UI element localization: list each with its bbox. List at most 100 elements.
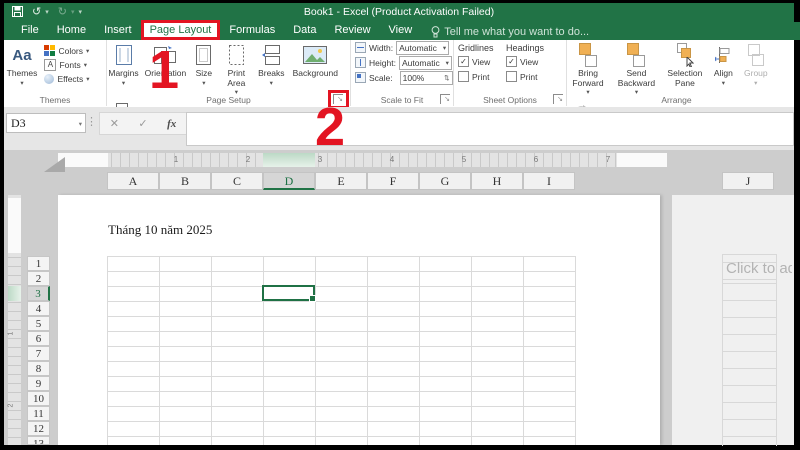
- width-label: Width:: [369, 43, 393, 53]
- group-button: Group ▾: [741, 40, 771, 88]
- margins-button[interactable]: Margins ▾: [107, 40, 140, 88]
- select-all-corner[interactable]: [44, 157, 65, 172]
- gridlines-view-checkbox[interactable]: ✓ View: [458, 55, 494, 68]
- fill-handle[interactable]: [309, 295, 316, 302]
- group-sheet-options: Gridlines ✓ View Print Headings ✓ View: [454, 40, 567, 106]
- page-2-grid: [722, 254, 777, 446]
- headings-view-checkbox[interactable]: ✓ View: [506, 55, 544, 68]
- selected-cell-d3[interactable]: [262, 285, 315, 301]
- row-header-8[interactable]: 8: [27, 361, 50, 376]
- effects-icon: [44, 74, 54, 84]
- tab-data[interactable]: Data: [284, 22, 325, 40]
- tellme-box[interactable]: Tell me what you want to do...: [421, 22, 597, 40]
- group-arrange: Bring Forward ▾ Send Backward ▾ Selectio…: [567, 40, 786, 106]
- row-header-9[interactable]: 9: [27, 376, 50, 391]
- row-header-13[interactable]: 13: [27, 436, 50, 445]
- column-header-d-selected[interactable]: D: [263, 172, 315, 190]
- effects-caret-icon: ▾: [86, 75, 89, 83]
- tab-view[interactable]: View: [380, 22, 422, 40]
- tab-insert[interactable]: Insert: [95, 22, 141, 40]
- breaks-button[interactable]: Breaks ▾: [256, 40, 287, 88]
- name-box[interactable]: D3 ▾: [6, 113, 86, 133]
- colors-label: Colors: [58, 46, 83, 56]
- column-header-a[interactable]: A: [107, 172, 159, 190]
- annotation-step-2: 2: [315, 103, 345, 151]
- width-row: Width: Automatic▾: [351, 40, 453, 55]
- scale-to-fit-dialog-launcher-icon[interactable]: ↘: [440, 94, 450, 104]
- row-header-5[interactable]: 5: [27, 316, 50, 331]
- name-box-caret-icon[interactable]: ▾: [79, 120, 82, 128]
- colors-icon: [44, 45, 55, 56]
- send-backward-button[interactable]: Send Backward ▾: [613, 40, 659, 98]
- page-setup-group-label: Page Setup: [107, 95, 350, 105]
- tab-file[interactable]: File: [12, 22, 48, 40]
- insert-function-icon[interactable]: fx: [167, 118, 176, 130]
- row-header-11[interactable]: 11: [27, 406, 50, 421]
- vertical-ruler-mark: 1: [7, 332, 14, 336]
- row-header-10[interactable]: 10: [27, 391, 50, 406]
- effects-button[interactable]: Effects ▾: [44, 72, 89, 85]
- checkbox-unchecked-icon: [506, 71, 517, 82]
- headings-print-checkbox[interactable]: Print: [506, 70, 544, 83]
- send-backward-label: Send Backward: [613, 69, 659, 88]
- cell-title-text[interactable]: Tháng 10 năm 2025: [108, 222, 212, 238]
- group-label: Group: [744, 69, 768, 79]
- column-header-j[interactable]: J: [722, 172, 774, 190]
- row-header-1[interactable]: 1: [27, 256, 50, 271]
- row-header-7[interactable]: 7: [27, 346, 50, 361]
- cell-grid[interactable]: [107, 256, 576, 445]
- sheet-options-dialog-launcher-icon[interactable]: ↘: [553, 94, 563, 104]
- bring-forward-label: Bring Forward: [567, 69, 609, 88]
- cancel-icon[interactable]: ✕: [110, 117, 119, 130]
- tab-review[interactable]: Review: [325, 22, 379, 40]
- gridlines-print-label: Print: [472, 72, 489, 82]
- fonts-button[interactable]: A Fonts ▾: [44, 58, 89, 71]
- tab-home[interactable]: Home: [48, 22, 95, 40]
- width-dropdown[interactable]: Automatic▾: [396, 41, 449, 55]
- annotation-step-1: 1: [149, 46, 179, 94]
- margins-icon: [116, 43, 132, 67]
- background-button[interactable]: Background: [291, 40, 339, 79]
- colors-button[interactable]: Colors ▾: [44, 44, 89, 57]
- height-icon: [355, 57, 366, 68]
- scale-row: Scale: 100%⇅: [351, 70, 453, 85]
- tab-page-layout[interactable]: Page Layout: [141, 20, 221, 40]
- column-header-g[interactable]: G: [419, 172, 471, 190]
- vertical-ruler-mark: 2: [7, 404, 14, 408]
- align-button[interactable]: Align ▾: [710, 40, 736, 88]
- size-button[interactable]: Size ▾: [191, 40, 217, 88]
- gridlines-print-checkbox[interactable]: Print: [458, 70, 494, 83]
- column-header-f[interactable]: F: [367, 172, 419, 190]
- enter-icon[interactable]: ✓: [138, 117, 147, 130]
- scale-spinner[interactable]: 100%⇅: [400, 71, 453, 85]
- formula-input[interactable]: [186, 112, 794, 146]
- bring-forward-button[interactable]: Bring Forward ▾: [567, 40, 609, 98]
- column-header-h[interactable]: H: [471, 172, 523, 190]
- column-header-b[interactable]: B: [159, 172, 211, 190]
- background-icon: [303, 43, 327, 67]
- print-area-button[interactable]: Print Area ▾: [221, 40, 251, 98]
- print-area-label: Print Area: [221, 69, 251, 88]
- themes-button[interactable]: Aa Themes ▾: [4, 40, 40, 88]
- selection-pane-button[interactable]: Selection Pane: [664, 40, 706, 88]
- tab-formulas[interactable]: Formulas: [220, 22, 284, 40]
- ruler-right-margin: [617, 153, 667, 167]
- bring-forward-icon: [579, 43, 597, 67]
- tellme-label: Tell me what you want to do...: [444, 26, 589, 38]
- send-backward-icon: [627, 43, 645, 67]
- themes-group-label: Themes: [4, 95, 106, 105]
- ruler-mark: 7: [602, 155, 614, 164]
- row-header-12[interactable]: 12: [27, 421, 50, 436]
- column-header-c[interactable]: C: [211, 172, 263, 190]
- row-header-3-selected[interactable]: 3: [27, 286, 50, 301]
- vertical-ruler-selection-highlight: [8, 286, 21, 301]
- row-header-4[interactable]: 4: [27, 301, 50, 316]
- column-header-e[interactable]: E: [315, 172, 367, 190]
- row-header-6[interactable]: 6: [27, 331, 50, 346]
- column-header-i[interactable]: I: [523, 172, 575, 190]
- checkbox-checked-icon: ✓: [506, 56, 517, 67]
- row-header-2[interactable]: 2: [27, 271, 50, 286]
- page-2-placeholder[interactable]: Click to ad: [726, 260, 792, 277]
- height-dropdown[interactable]: Automatic▾: [399, 56, 452, 70]
- selection-pane-label: Selection Pane: [664, 69, 706, 88]
